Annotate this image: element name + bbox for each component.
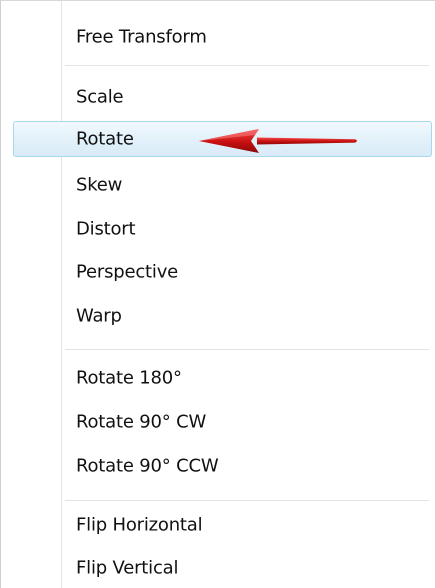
menu-separator (65, 500, 429, 502)
menu-item-flip-vertical[interactable]: Flip Vertical (13, 550, 432, 586)
menu-item-label: Flip Vertical (76, 557, 179, 579)
menu-item-label: Scale (76, 86, 124, 108)
menu-item-label: Distort (76, 218, 136, 240)
menu-item-perspective[interactable]: Perspective (13, 254, 432, 290)
menu-item-label: Perspective (76, 261, 179, 283)
menu-item-warp[interactable]: Warp (13, 298, 432, 334)
menu-item-label: Rotate 90° CW (76, 411, 207, 433)
menu-item-skew[interactable]: Skew (13, 167, 432, 203)
menu-item-label: Skew (76, 174, 123, 196)
menu-item-flip-horizontal[interactable]: Flip Horizontal (13, 507, 432, 543)
menu-separator (65, 65, 429, 67)
menu-item-label: Warp (76, 305, 122, 327)
transform-context-menu: Free Transform Scale Rotate Skew Distort… (0, 0, 435, 588)
menu-item-rotate-90-ccw[interactable]: Rotate 90° CCW (13, 448, 432, 484)
red-arrow-icon (199, 129, 357, 153)
menu-separator (65, 349, 429, 351)
menu-item-label: Free Transform (76, 26, 207, 48)
menu-item-scale[interactable]: Scale (13, 79, 432, 115)
menu-item-label: Rotate 90° CCW (76, 455, 219, 477)
menu-item-free-transform[interactable]: Free Transform (13, 19, 432, 55)
menu-item-label: Rotate (76, 128, 134, 150)
menu-item-rotate-90-cw[interactable]: Rotate 90° CW (13, 404, 432, 440)
menu-item-rotate-180[interactable]: Rotate 180° (13, 360, 432, 396)
menu-item-distort[interactable]: Distort (13, 211, 432, 247)
menu-item-label: Rotate 180° (76, 367, 182, 389)
menu-item-label: Flip Horizontal (76, 514, 203, 536)
